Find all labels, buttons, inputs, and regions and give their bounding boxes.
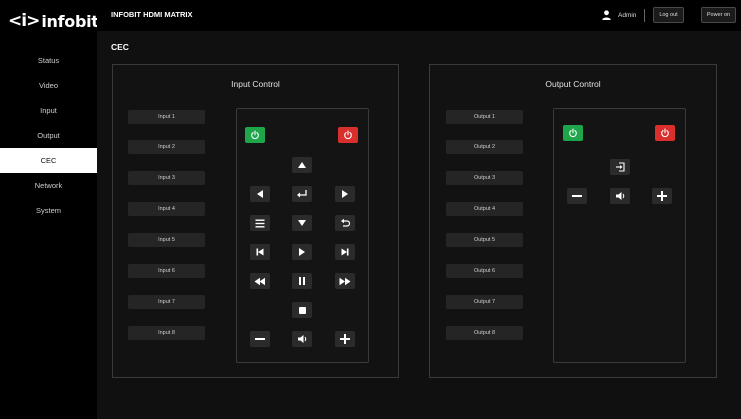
arrow-right-icon [342,190,348,198]
input-volume-up-button[interactable] [335,331,355,347]
sidebar-item-network[interactable]: Network [0,173,97,198]
speaker-icon [297,335,306,343]
input-pause-button[interactable] [292,273,312,289]
infobit-logo: <i> infobit [8,9,99,33]
back-icon [340,218,350,227]
plus-icon [657,191,667,201]
input-1-button[interactable]: Input 1 [128,110,205,124]
output-mute-button[interactable] [610,188,630,204]
power-on-button[interactable]: Power on [701,7,736,23]
output-4-button[interactable]: Output 4 [446,202,523,216]
pause-icon [299,277,305,285]
input-6-button[interactable]: Input 6 [128,264,205,278]
input-left-button[interactable] [250,186,270,202]
input-2-button[interactable]: Input 2 [128,140,205,154]
arrow-left-icon [257,190,263,198]
input-5-button[interactable]: Input 5 [128,233,205,247]
input-control-panel: Input Control Input 1 Input 2 Input 3 In… [112,64,399,378]
sidebar-item-system[interactable]: System [0,198,97,223]
user-name: Admin [618,12,637,19]
output-volume-up-button[interactable] [652,188,672,204]
output-remote [553,108,686,363]
page-title: CEC [111,42,129,52]
logo-mark: <i> [8,11,40,31]
input-8-button[interactable]: Input 8 [128,326,205,340]
output-control-panel: Output Control Output 1 Output 2 Output … [429,64,717,378]
output-8-button[interactable]: Output 8 [446,326,523,340]
input-mute-button[interactable] [292,331,312,347]
input-7-button[interactable]: Input 7 [128,295,205,309]
input-next-button[interactable] [335,244,355,260]
header-divider [644,9,645,22]
play-icon [299,248,305,256]
output-1-button[interactable]: Output 1 [446,110,523,124]
input-play-button[interactable] [292,244,312,260]
output-power-off-button[interactable] [655,125,675,141]
input-back-button[interactable] [335,215,355,231]
input-right-button[interactable] [335,186,355,202]
plus-icon [340,334,350,344]
output-volume-down-button[interactable] [567,188,587,204]
logout-button[interactable]: Log out [653,7,684,23]
power-icon [251,130,259,140]
input-power-on-button[interactable] [245,127,265,143]
output-5-button[interactable]: Output 5 [446,233,523,247]
input-remote [236,108,369,363]
input-power-off-button[interactable] [338,127,358,143]
output-3-button[interactable]: Output 3 [446,171,523,185]
app-title: INFOBIT HDMI MATRIX [111,10,193,19]
input-3-button[interactable]: Input 3 [128,171,205,185]
sidebar-nav: Status Video Input Output CEC Network Sy… [0,48,97,223]
output-2-button[interactable]: Output 2 [446,140,523,154]
speaker-icon [615,192,624,200]
input-control-title: Input Control [231,79,280,89]
input-menu-button[interactable] [250,215,270,231]
sidebar-item-cec[interactable]: CEC [0,148,97,173]
skip-next-icon [341,248,349,256]
output-6-button[interactable]: Output 6 [446,264,523,278]
power-icon [344,130,352,140]
input-stop-button[interactable] [292,302,312,318]
output-7-button[interactable]: Output 7 [446,295,523,309]
stop-icon [298,306,306,314]
arrow-down-icon [298,220,306,226]
sidebar: <i> infobit Status Video Input Output CE… [0,0,99,419]
top-bar: INFOBIT HDMI MATRIX Admin Log out Power … [97,0,741,31]
power-icon [661,128,669,138]
menu-icon [255,219,265,227]
fast-forward-icon [339,277,351,285]
power-icon [569,128,577,138]
input-source-icon [616,162,625,172]
sidebar-item-video[interactable]: Video [0,73,97,98]
logo-text: infobit [41,11,99,31]
input-volume-down-button[interactable] [250,331,270,347]
rewind-icon [254,277,265,285]
minus-icon [572,195,582,197]
user-icon [602,10,611,20]
output-input-select-button[interactable] [610,159,630,175]
sidebar-item-input[interactable]: Input [0,98,97,123]
enter-icon [297,190,307,198]
output-control-title: Output Control [545,79,601,89]
sidebar-item-output[interactable]: Output [0,123,97,148]
input-up-button[interactable] [292,157,312,173]
output-power-on-button[interactable] [563,125,583,141]
arrow-up-icon [298,162,306,168]
input-previous-button[interactable] [250,244,270,260]
input-rewind-button[interactable] [250,273,270,289]
input-fast-forward-button[interactable] [335,273,355,289]
input-enter-button[interactable] [292,186,312,202]
input-down-button[interactable] [292,215,312,231]
minus-icon [255,338,265,340]
input-4-button[interactable]: Input 4 [128,202,205,216]
skip-previous-icon [256,248,264,256]
sidebar-item-status[interactable]: Status [0,48,97,73]
